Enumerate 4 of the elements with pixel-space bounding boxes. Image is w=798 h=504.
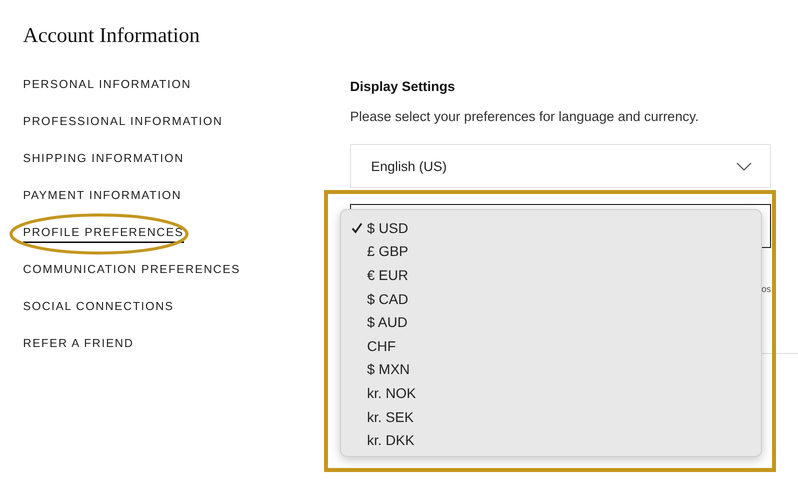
note-text: os (761, 283, 771, 295)
section-title: Display Settings (350, 78, 456, 96)
section-description: Please select your preferences for language and currency. (350, 108, 699, 126)
page-title: Account Information (22, 22, 200, 48)
